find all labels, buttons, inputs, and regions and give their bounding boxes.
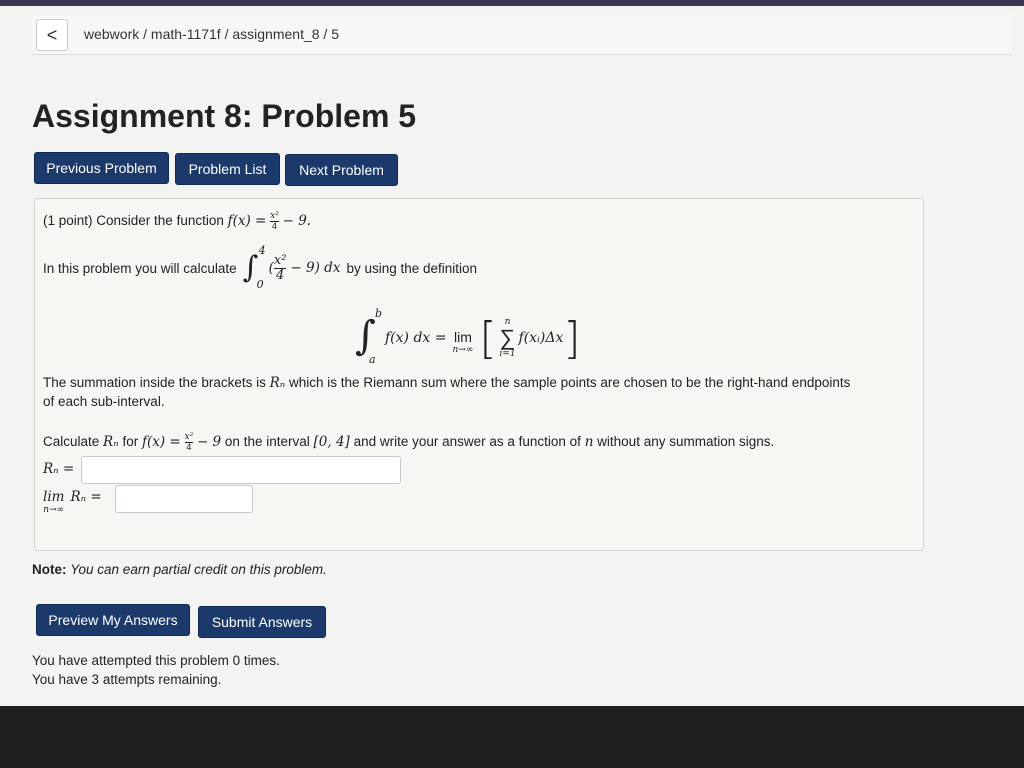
previous-problem-button[interactable]: Previous Problem (34, 152, 169, 184)
problem-list-button[interactable]: Problem List (175, 153, 280, 185)
page-title: Assignment 8: Problem 5 (32, 98, 417, 134)
answer2-label: lim n→∞ Rₙ = (43, 489, 102, 515)
limit-operator: lim n→∞ (452, 329, 474, 355)
breadcrumb-path[interactable]: webwork / math-1171f / assignment_8 / 5 (84, 26, 339, 42)
summation-explanation-line2: of each sub-interval. (43, 394, 165, 409)
limit-answer-input[interactable] (115, 485, 253, 513)
chevron-left-icon: < (46, 24, 58, 45)
calculate-instruction: Calculate Rₙ for f(x) = x² 4 − 9 on the i… (43, 432, 775, 452)
right-bracket: ] (563, 312, 581, 364)
rn-answer-input[interactable] (81, 456, 401, 484)
answer1-label: Rₙ = (43, 461, 75, 477)
integrand-fraction: x² 4 (273, 252, 287, 283)
left-bracket: [ (479, 312, 497, 364)
back-button[interactable]: < (36, 19, 68, 51)
attempts-made: You have attempted this problem 0 times. (32, 653, 280, 668)
partial-credit-note: Note: You can earn partial credit on thi… (32, 562, 327, 577)
browser-viewport: < webwork / math-1171f / assignment_8 / … (0, 6, 1024, 706)
integral-line: In this problem you will calculate ∫ 4 0… (43, 244, 478, 291)
summation-sign: n ∑ i=1 (499, 317, 516, 359)
riemann-definition: ∫ b a f(x) dx = lim n→∞ [ n ∑ i=1 f(xᵢ)Δ… (355, 307, 581, 366)
problem-statement: (1 point) Consider the function f(x) = x… (34, 198, 924, 551)
function-fraction: x² 4 (270, 211, 279, 231)
integral-sign: ∫ 4 0 (242, 244, 266, 291)
preview-answers-button[interactable]: Preview My Answers (36, 604, 190, 636)
breadcrumb: < webwork / math-1171f / assignment_8 / … (32, 14, 1012, 55)
submit-answers-button[interactable]: Submit Answers (198, 606, 326, 638)
next-problem-button[interactable]: Next Problem (285, 154, 398, 186)
summation-explanation-line1: The summation inside the brackets is Rₙ … (43, 375, 851, 391)
definite-integral-sign: ∫ b a (355, 307, 383, 366)
attempts-remaining: You have 3 attempts remaining. (32, 672, 222, 687)
intro-line: (1 point) Consider the function f(x) = x… (43, 211, 312, 231)
laptop-bezel (0, 706, 1024, 768)
